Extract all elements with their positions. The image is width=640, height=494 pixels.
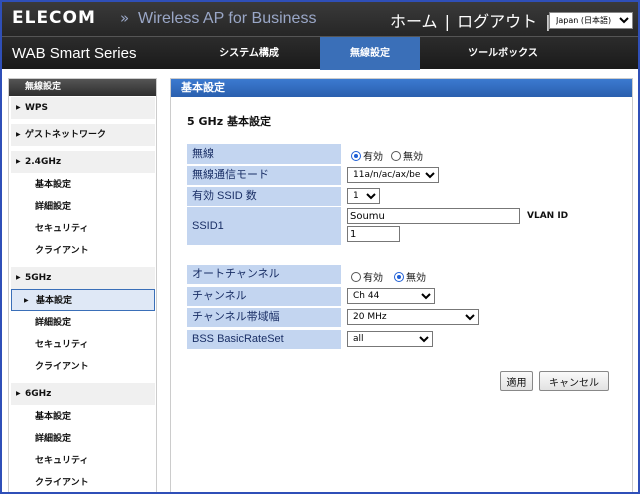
radio-label: 無効: [403, 152, 423, 163]
auto-channel-off-radio[interactable]: 無効: [394, 269, 426, 284]
sidebar-item-24-security[interactable]: セキュリティ: [11, 218, 155, 240]
panel-heading: 基本設定: [171, 79, 632, 97]
ssid-count-label: 有効 SSID 数: [187, 187, 341, 206]
sidebar-group-5ghz[interactable]: 5GHz: [11, 267, 155, 289]
basic-rate-select[interactable]: all: [347, 331, 433, 347]
section-title: 5 GHz 基本設定: [187, 115, 271, 128]
bandwidth-label: チャンネル帯域幅: [187, 308, 341, 327]
radio-label: 有効: [363, 152, 383, 163]
radio-selected-icon: [394, 272, 404, 282]
auto-channel-label: オートチャンネル: [187, 265, 341, 284]
ssid1-label: SSID1: [187, 207, 341, 245]
product-name: Wireless AP for Business: [138, 10, 317, 27]
radio-unselected-icon: [351, 272, 361, 282]
tab-wireless[interactable]: 無線設定: [320, 37, 420, 70]
sidebar-group-24ghz[interactable]: 2.4GHz: [11, 151, 155, 173]
main-panel: 基本設定 5 GHz 基本設定 無線 有効 無効 無線通信モード 11a/n/a…: [170, 78, 633, 492]
app-window: ELECOM » Wireless AP for Business ホーム | …: [0, 0, 640, 494]
apply-button[interactable]: 適用: [500, 371, 533, 391]
wireless-on-radio[interactable]: 有効: [351, 148, 383, 163]
basic-rate-label: BSS BasicRateSet: [187, 330, 341, 349]
sidebar-group-guest[interactable]: ゲストネットワーク: [11, 124, 155, 146]
ssid1-input[interactable]: [347, 208, 520, 224]
sidebar-heading: 無線設定: [9, 79, 156, 96]
brand-logo: ELECOM: [12, 8, 96, 28]
mode-select[interactable]: 11a/n/ac/ax/be: [347, 167, 439, 183]
sidebar-item-5-security[interactable]: セキュリティ: [11, 334, 155, 356]
cancel-button[interactable]: キャンセル: [539, 371, 609, 391]
sidebar-item-24-client[interactable]: クライアント: [11, 240, 155, 262]
radio-unselected-icon: [391, 151, 401, 161]
channel-label: チャンネル: [187, 287, 341, 306]
sidebar-item-6-basic[interactable]: 基本設定: [11, 406, 155, 428]
sidebar-item-5-advanced[interactable]: 詳細設定: [11, 312, 155, 334]
wireless-off-radio[interactable]: 無効: [391, 148, 423, 163]
breadcrumb-separator: »: [120, 9, 130, 27]
channel-select[interactable]: Ch 44: [347, 288, 435, 304]
link-divider: |: [444, 12, 451, 31]
bandwidth-select[interactable]: 20 MHz: [347, 309, 479, 325]
tab-system[interactable]: システム構成: [194, 37, 304, 70]
vlan-id-input[interactable]: [347, 226, 400, 242]
radio-label: 有効: [363, 273, 383, 284]
sidebar-group-6ghz[interactable]: 6GHz: [11, 383, 155, 405]
sidebar-item-24-basic[interactable]: 基本設定: [11, 174, 155, 196]
sidebar-item-24-advanced[interactable]: 詳細設定: [11, 196, 155, 218]
sidebar: 無線設定 WPS ゲストネットワーク 2.4GHz 基本設定 詳細設定 セキュリ…: [8, 78, 157, 492]
auto-channel-on-radio[interactable]: 有効: [351, 269, 383, 284]
sidebar-item-5-client[interactable]: クライアント: [11, 356, 155, 378]
vlan-id-label: VLAN ID: [527, 211, 569, 221]
sidebar-item-5-basic[interactable]: 基本設定: [11, 289, 155, 312]
home-link[interactable]: ホーム: [390, 12, 438, 31]
top-header: ELECOM » Wireless AP for Business ホーム | …: [2, 2, 638, 36]
mode-label: 無線通信モード: [187, 166, 341, 185]
series-name: WAB Smart Series: [12, 45, 137, 62]
sidebar-item-6-advanced[interactable]: 詳細設定: [11, 428, 155, 450]
language-select[interactable]: Japan (日本語): [549, 12, 633, 29]
top-links: ホーム | ログアウト |: [390, 8, 551, 32]
wireless-label: 無線: [187, 144, 341, 164]
radio-selected-icon: [351, 151, 361, 161]
sidebar-group-wps[interactable]: WPS: [11, 97, 155, 119]
sidebar-item-6-security[interactable]: セキュリティ: [11, 450, 155, 472]
ssid-count-select[interactable]: 1: [347, 188, 380, 204]
radio-label: 無効: [406, 273, 426, 284]
tab-toolbox[interactable]: ツールボックス: [438, 37, 568, 70]
main-nav: WAB Smart Series システム構成 無線設定 ツールボックス: [2, 36, 638, 70]
logout-link[interactable]: ログアウト: [457, 12, 537, 31]
sidebar-item-6-client[interactable]: クライアント: [11, 472, 155, 492]
